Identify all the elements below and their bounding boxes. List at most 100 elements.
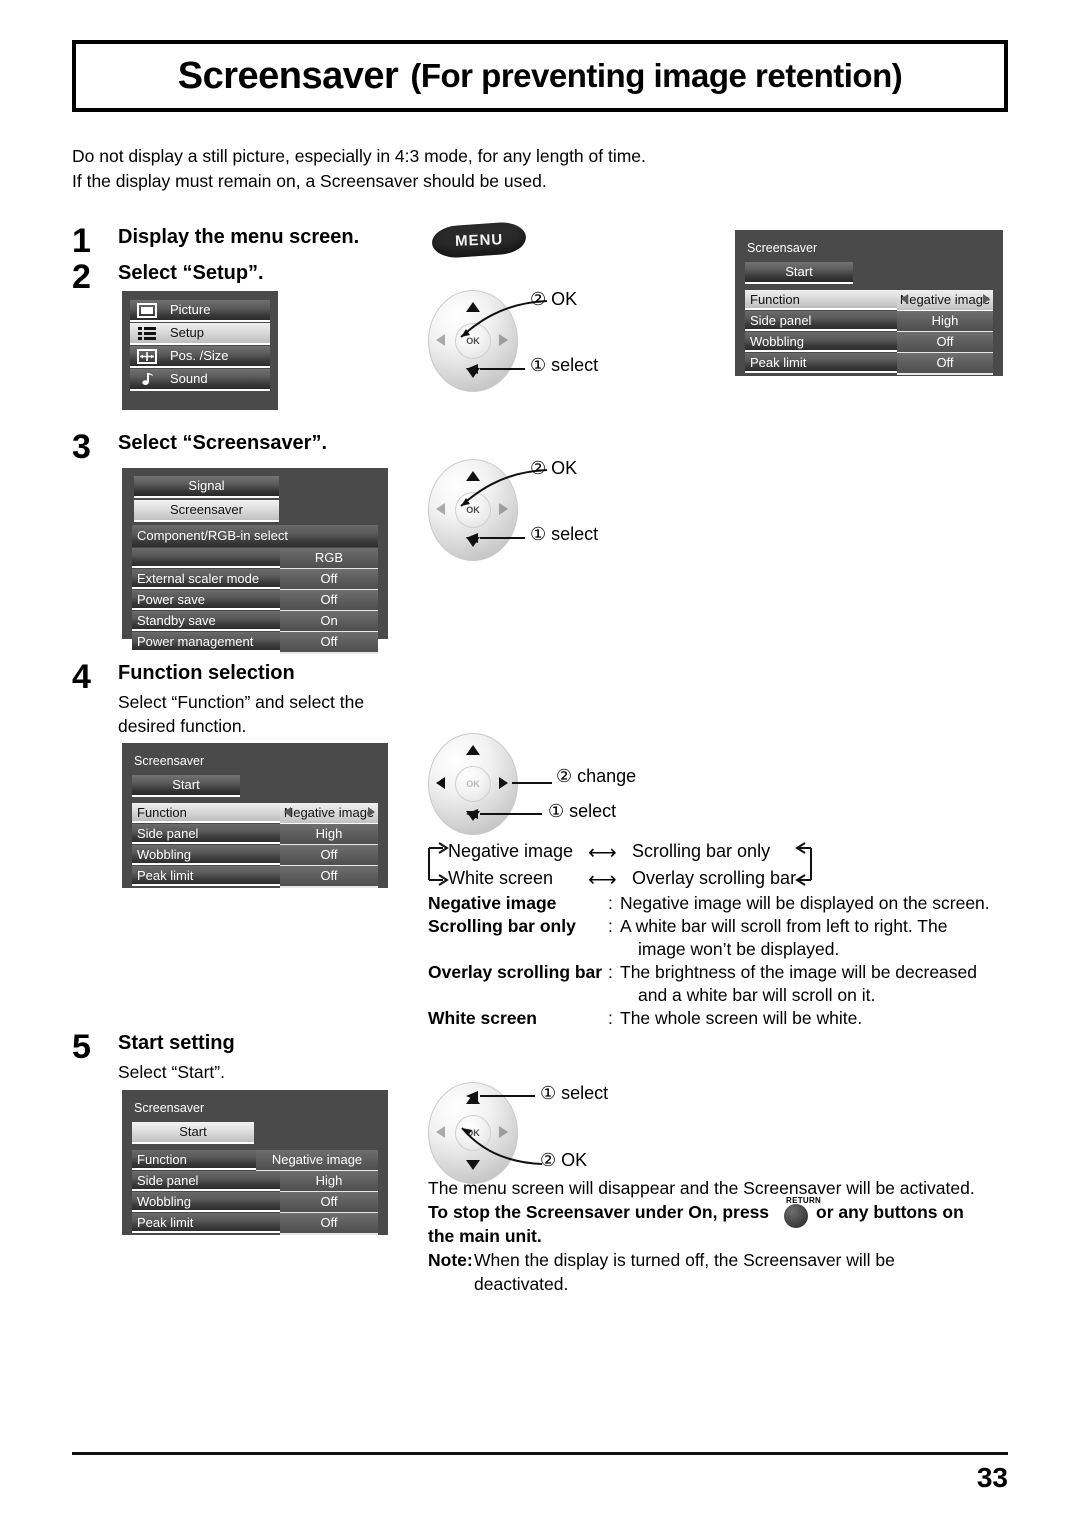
definition-desc-cont: image won’t be displayed. (638, 939, 840, 959)
osd-row-wobbling[interactable]: Wobbling Off (132, 1192, 378, 1214)
osd-row-value: Off (897, 353, 993, 375)
setup-menu-osd: Signal Screensaver Component/RGB-in sele… (122, 468, 388, 654)
value-increase-cursor-icon[interactable] (368, 807, 375, 817)
return-button-icon[interactable] (784, 1204, 808, 1228)
value-decrease-cursor-icon[interactable] (901, 294, 908, 304)
menu-button-graphic[interactable]: MENU (430, 220, 528, 260)
step-1-number: 1 (72, 222, 91, 260)
setup-row-power-management[interactable]: Power management Off (132, 632, 378, 654)
osd-row-label: Peak limit (132, 1213, 280, 1233)
osd-row-label: Wobbling (132, 1192, 280, 1212)
value-decrease-cursor-icon[interactable] (284, 807, 291, 817)
osd-row-value: High (280, 1171, 378, 1193)
step-5-number: 5 (72, 1028, 91, 1066)
definition-desc: The brightness of the image will be decr… (620, 962, 978, 982)
main-menu-item-pos-size[interactable]: Pos. /Size (130, 346, 270, 368)
osd-row-side-panel[interactable]: Side panel High (745, 311, 993, 333)
osd-row-label: Side panel (132, 1171, 280, 1191)
definition-term: Scrolling bar only (428, 916, 576, 936)
setup-button-signal[interactable]: Signal (132, 476, 378, 498)
setup-row-standby-save[interactable]: Standby save On (132, 611, 378, 633)
setup-row-component-label[interactable]: Component/RGB-in select (132, 525, 378, 547)
callout-change-step4: ② change (556, 766, 637, 786)
dpad-right-arrow-icon[interactable] (499, 777, 508, 789)
menu-button-label: MENU (454, 230, 504, 250)
osd-row-peak-limit[interactable]: Peak limit Off (132, 1213, 378, 1235)
closing-line-2a: To stop the Screensaver under On, press (428, 1202, 770, 1222)
footer-divider (72, 1452, 1008, 1455)
osd-row-function[interactable]: Function Negative image (132, 803, 378, 825)
step-5-heading: Start setting (118, 1032, 235, 1054)
osd-row-peak-limit[interactable]: Peak limit Off (132, 866, 378, 888)
callout-ok-step5: ② OK (540, 1150, 588, 1170)
setup-button-screensaver[interactable]: Screensaver (132, 500, 378, 522)
osd-row-function[interactable]: Function Negative image (132, 1150, 378, 1172)
osd-row-label: Side panel (132, 824, 280, 844)
osd-row-value: Off (280, 866, 378, 888)
osd-row-side-panel[interactable]: Side panel High (132, 824, 378, 846)
osd-row-value: Off (280, 845, 378, 867)
osd-row-value: Negative image (280, 803, 378, 825)
osd-row-function[interactable]: Function Negative image (745, 290, 993, 312)
step-4-body-line-1: Select “Function” and select the (118, 692, 365, 712)
step-3-heading: Select “Screensaver”. (118, 432, 328, 454)
dpad-left-arrow-icon[interactable] (436, 1126, 445, 1138)
callout-arrow-select-step4 (466, 809, 478, 819)
picture-icon (136, 303, 158, 318)
intro-line-2: If the display must remain on, a Screens… (72, 171, 547, 191)
main-menu-item-picture[interactable]: Picture (130, 300, 270, 322)
page-title-box: Screensaver (For preventing image retent… (72, 40, 1008, 112)
main-menu-label: Picture (170, 302, 211, 317)
setup-row-component-value[interactable]: RGB (132, 548, 378, 570)
dpad-left-arrow-icon[interactable] (436, 503, 445, 515)
note-label: Note: (428, 1250, 473, 1270)
step-2-heading: Select “Setup”. (118, 262, 264, 284)
osd-row-label: Function (132, 803, 280, 823)
osd-row-wobbling[interactable]: Wobbling Off (132, 845, 378, 867)
osd-row-value: Negative image (897, 290, 993, 312)
screensaver-osd-step5: Screensaver Start Function Negative imag… (122, 1090, 388, 1235)
setup-row-value: Off (280, 590, 378, 612)
definition-desc: The whole screen will be white. (620, 1008, 863, 1028)
setup-component-value: RGB (280, 548, 378, 570)
callout-ok-step3: ② OK (530, 458, 578, 478)
callout-line-select-step4 (480, 813, 542, 815)
osd-start-button-row[interactable]: Start (132, 775, 378, 797)
osd-start-button[interactable]: Start (745, 262, 853, 284)
intro-paragraph: Do not display a still picture, especial… (72, 144, 972, 194)
osd-start-button[interactable]: Start (132, 1122, 254, 1144)
osd-row-side-panel[interactable]: Side panel High (132, 1171, 378, 1193)
screensaver-osd-top: Screensaver Start Function Negative imag… (735, 230, 1003, 376)
definition-term: Overlay scrolling bar (428, 962, 603, 982)
setup-row-power-save[interactable]: Power save Off (132, 590, 378, 612)
step-5-body-line-1: Select “Start”. (118, 1062, 225, 1082)
main-menu-item-setup[interactable]: Setup (130, 323, 270, 345)
main-menu-label: Sound (170, 371, 208, 386)
setup-row-value: Off (280, 632, 378, 654)
dpad-left-arrow-icon[interactable] (436, 334, 445, 346)
dpad-up-arrow-icon[interactable] (466, 745, 480, 755)
definition-term: White screen (428, 1008, 537, 1028)
osd-start-button-row[interactable]: Start (745, 262, 993, 284)
cycle-arrow-ab-icon: ⟷ (588, 842, 617, 864)
main-menu-item-sound[interactable]: Sound (130, 369, 270, 391)
dpad-ok-button[interactable]: OK (455, 766, 491, 802)
osd-start-button[interactable]: Start (132, 775, 240, 797)
dpad-left-arrow-icon[interactable] (436, 777, 445, 789)
callout-line-select-step3 (480, 537, 525, 539)
osd-row-peak-limit[interactable]: Peak limit Off (745, 353, 993, 375)
osd-row-label: Side panel (745, 311, 897, 331)
osd-row-wobbling[interactable]: Wobbling Off (745, 332, 993, 354)
page-title-sub: (For preventing image retention) (410, 57, 903, 94)
definition-colon: : (608, 893, 613, 913)
setup-button-label[interactable]: Screensaver (134, 500, 279, 522)
value-increase-cursor-icon[interactable] (983, 294, 990, 304)
callout-arrow-select-step2 (466, 364, 478, 374)
setup-list-icon (136, 326, 158, 341)
setup-component-spacer (132, 548, 280, 568)
closing-line-1: The menu screen will disappear and the S… (428, 1178, 975, 1198)
setup-row-external-scaler[interactable]: External scaler mode Off (132, 569, 378, 591)
osd-start-button-row[interactable]: Start (132, 1122, 378, 1144)
step-4-heading: Function selection (118, 662, 295, 684)
setup-button-label[interactable]: Signal (134, 476, 279, 498)
